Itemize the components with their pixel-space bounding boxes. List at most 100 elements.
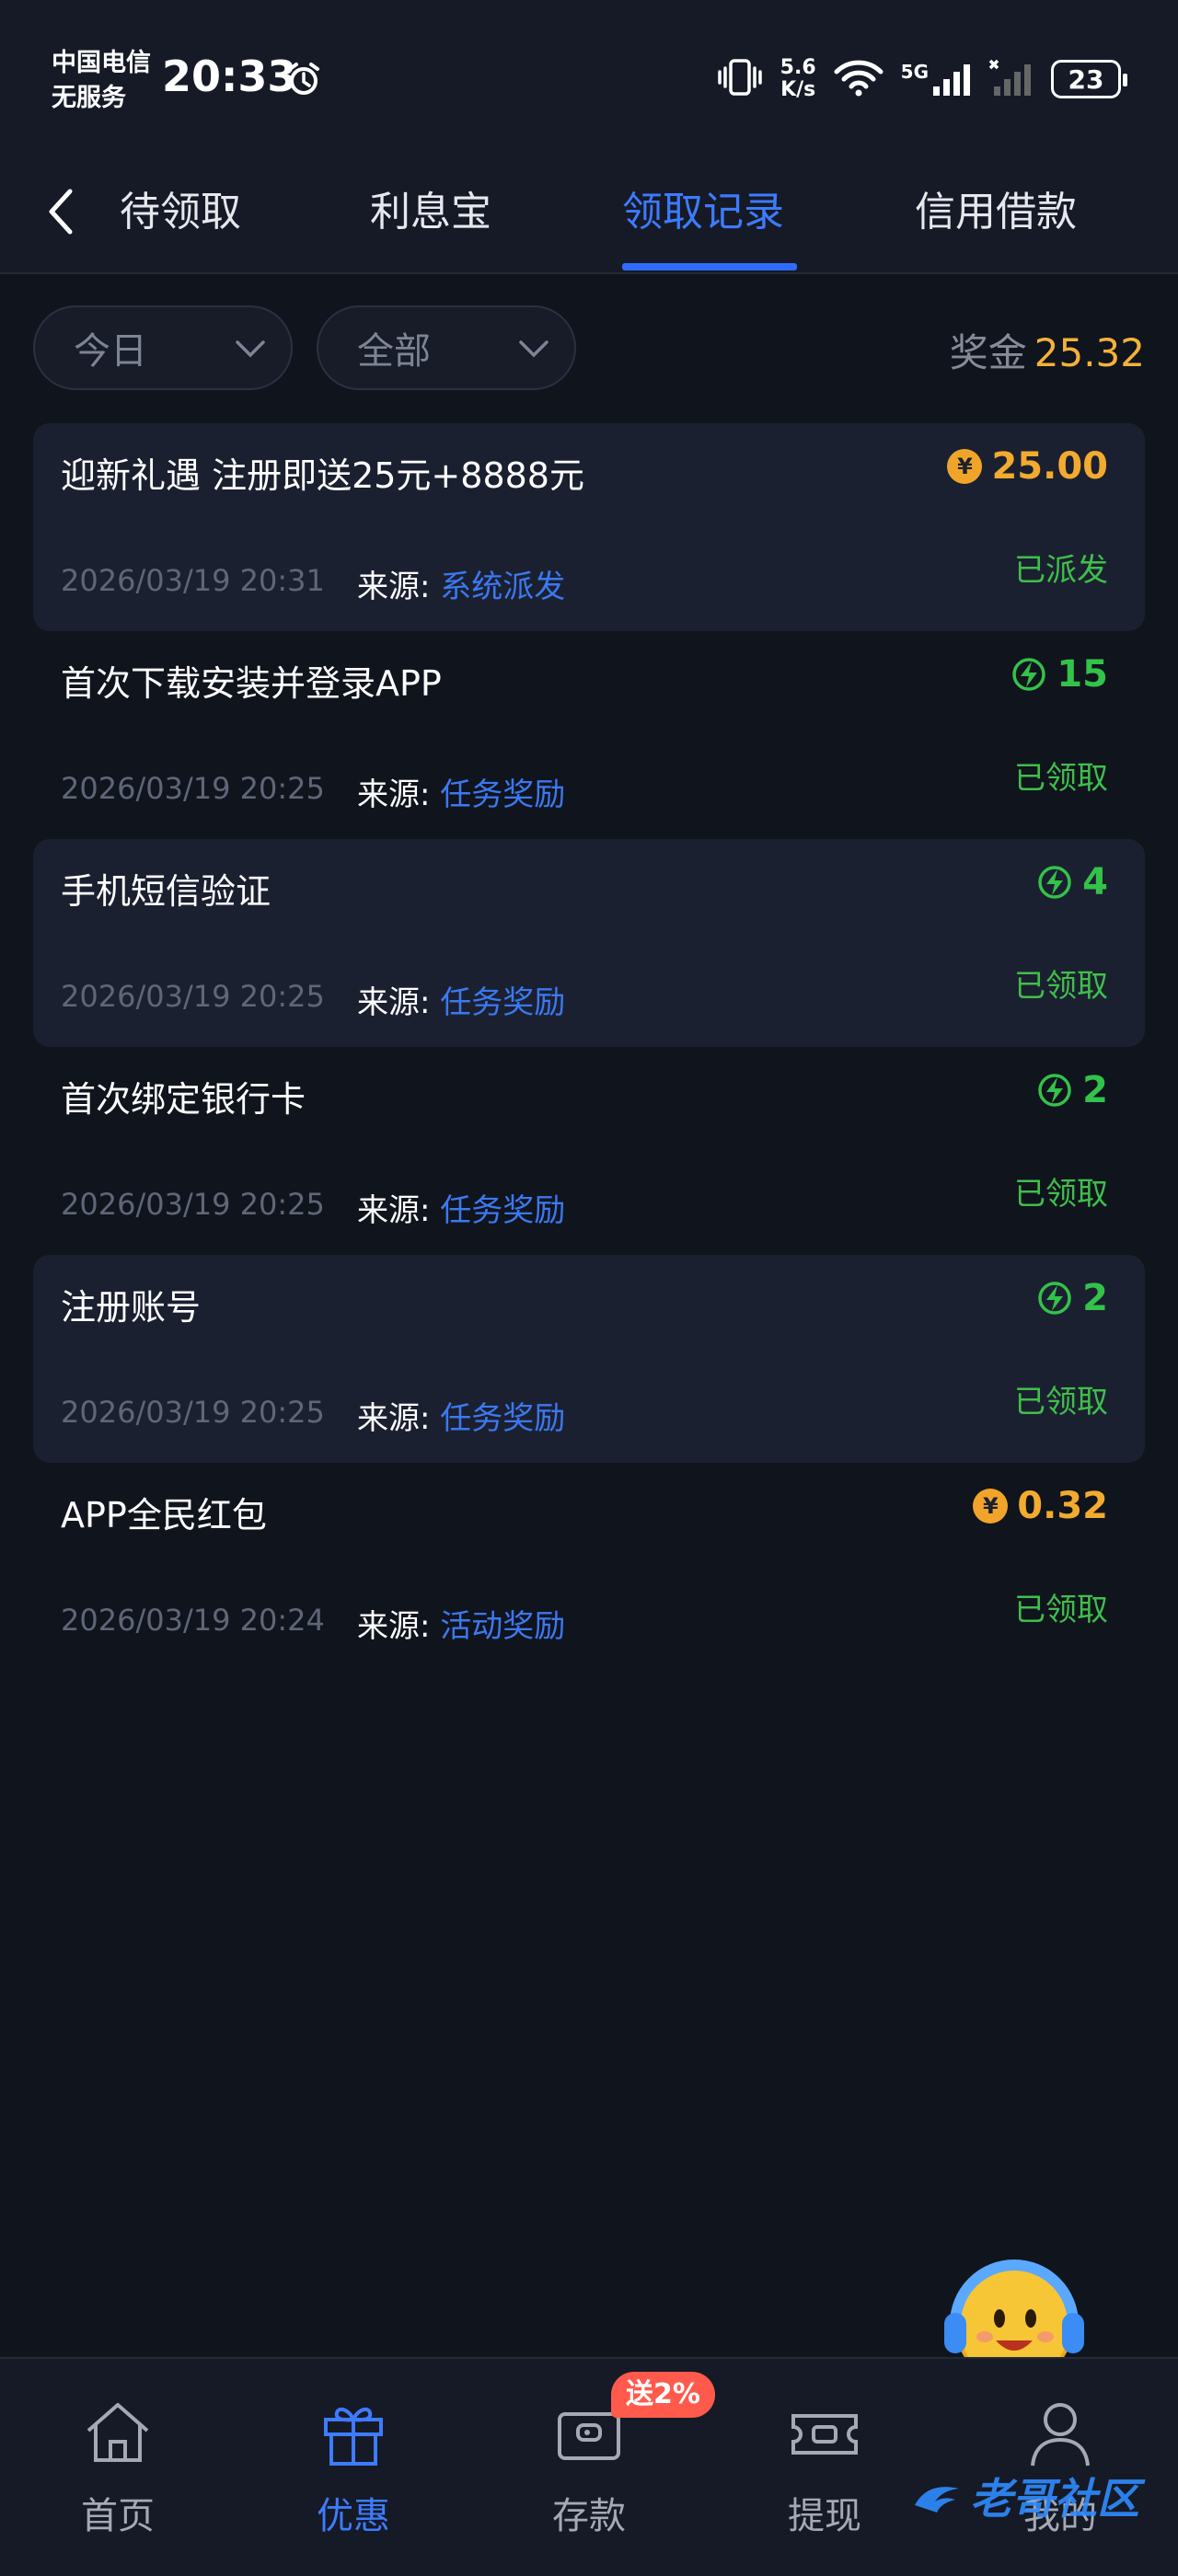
record-source: 来源: 任务奖励 <box>357 769 565 814</box>
record-source: 来源: 任务奖励 <box>357 1185 565 1230</box>
home-icon <box>87 2403 149 2462</box>
record-status: 已领取 <box>1014 1176 1108 1213</box>
speed-value: 5.6 <box>780 56 816 79</box>
chevron-down-icon <box>236 340 265 358</box>
record-amount-value: 4 <box>1082 861 1108 903</box>
nav-withdraw[interactable]: 提现 <box>742 2394 907 2539</box>
service-status: 无服务 <box>52 84 126 112</box>
back-button[interactable] <box>33 175 88 248</box>
record-status: 已领取 <box>1014 968 1108 1005</box>
gift-icon <box>324 2408 383 2466</box>
record-status: 已领取 <box>1014 1592 1108 1628</box>
record-amount-value: 0.32 <box>1017 1485 1108 1527</box>
cellular-signal-icon: 5G <box>901 61 972 98</box>
prize-label: 奖金 <box>949 330 1027 375</box>
record-item[interactable]: 手机短信验证 4 2026/03/19 20:25 来源: 任务奖励 已领取 <box>33 839 1145 1047</box>
network-speed: 5.6 K/s <box>780 57 816 101</box>
date-filter-value: 今日 <box>74 330 147 373</box>
record-amount: ¥ 0.32 <box>973 1485 1108 1527</box>
watermark: 老哥社区 <box>911 2466 1139 2526</box>
record-amount-value: 2 <box>1082 1277 1108 1319</box>
status-icons: 5.6 K/s 5G 23 <box>716 57 1127 101</box>
record-amount-value: 15 <box>1057 653 1108 696</box>
energy-bolt-icon <box>1038 1074 1071 1107</box>
type-filter-dropdown[interactable]: 全部 <box>317 305 576 390</box>
watermark-text: 老哥社区 <box>970 2474 1139 2524</box>
no-signal-icon <box>988 57 1034 101</box>
prize-total: 奖金 25.32 <box>950 322 1145 378</box>
battery-indicator: 23 <box>1051 60 1127 98</box>
source-label: 来源: <box>357 776 431 813</box>
record-source: 来源: 活动奖励 <box>357 1601 565 1646</box>
record-title: 首次绑定银行卡 <box>61 1079 306 1120</box>
network-type: 5G <box>900 61 929 83</box>
user-icon <box>1031 2403 1090 2467</box>
speed-unit: K/s <box>780 78 816 101</box>
tab-interest[interactable]: 利息宝 <box>370 178 491 237</box>
nav-deposit-label: 存款 <box>552 2495 626 2537</box>
source-value: 任务奖励 <box>440 1192 566 1229</box>
source-label: 来源: <box>357 1400 431 1437</box>
record-status: 已领取 <box>1014 1384 1108 1420</box>
source-value: 任务奖励 <box>440 984 566 1021</box>
nav-withdraw-label: 提现 <box>788 2495 861 2537</box>
record-item[interactable]: 首次绑定银行卡 2 2026/03/19 20:25 来源: 任务奖励 已领取 <box>33 1047 1145 1255</box>
coin-icon: ¥ <box>973 1489 1009 1524</box>
vibrate-icon <box>716 57 764 101</box>
record-item[interactable]: 注册账号 2 2026/03/19 20:25 来源: 任务奖励 已领取 <box>33 1255 1145 1463</box>
record-amount: 2 <box>1036 1069 1108 1111</box>
type-filter-value: 全部 <box>357 330 431 373</box>
source-label: 来源: <box>357 1608 431 1645</box>
record-status: 已派发 <box>1014 552 1108 589</box>
record-item[interactable]: 迎新礼遇 注册即送25元+8888元 ¥ 25.00 2026/03/19 20… <box>33 423 1145 631</box>
record-title: 首次下载安装并登录APP <box>61 663 442 704</box>
chevron-down-icon <box>519 340 549 358</box>
source-value: 系统派发 <box>440 569 566 605</box>
record-status: 已领取 <box>1014 760 1108 797</box>
record-time: 2026/03/19 20:25 <box>61 1395 325 1430</box>
record-time: 2026/03/19 20:24 <box>61 1603 325 1638</box>
prize-amount: 25.32 <box>1034 330 1145 375</box>
top-tab-bar: 待领取 利息宝 领取记录 信用借款 <box>0 156 1178 274</box>
clock: 20:33 <box>162 52 297 101</box>
dragon-logo-icon <box>915 2487 959 2513</box>
record-amount: 4 <box>1036 861 1108 903</box>
record-amount: 15 <box>1011 653 1108 696</box>
record-item[interactable]: 首次下载安装并登录APP 15 2026/03/19 20:25 来源: 任务奖… <box>33 631 1145 839</box>
nav-offers-label: 优惠 <box>317 2495 390 2537</box>
nav-home-label: 首页 <box>81 2495 155 2537</box>
source-label: 来源: <box>357 569 431 605</box>
record-amount: 2 <box>1036 1277 1108 1319</box>
carrier-name: 中国电信 <box>52 49 151 77</box>
wifi-icon <box>833 57 884 101</box>
energy-bolt-icon <box>1012 658 1046 691</box>
source-value: 活动奖励 <box>440 1608 566 1645</box>
record-source: 来源: 任务奖励 <box>357 977 565 1022</box>
date-filter-dropdown[interactable]: 今日 <box>33 305 293 390</box>
record-title: 注册账号 <box>61 1287 202 1328</box>
tab-credit-loan[interactable]: 信用借款 <box>915 178 1077 237</box>
record-source: 来源: 系统派发 <box>357 561 565 606</box>
source-label: 来源: <box>357 984 431 1021</box>
tab-pending[interactable]: 待领取 <box>120 178 241 237</box>
source-value: 任务奖励 <box>440 1400 566 1437</box>
withdraw-ticket-icon <box>791 2414 858 2455</box>
record-time: 2026/03/19 20:25 <box>61 771 325 806</box>
record-title: 手机短信验证 <box>61 871 271 912</box>
carrier-info: 中国电信 无服务 <box>52 46 151 116</box>
status-bar: 中国电信 无服务 20:33 5.6 K/s 5G 23 <box>0 0 1178 156</box>
record-time: 2026/03/19 20:25 <box>61 1187 325 1222</box>
tab-claim-records[interactable]: 领取记录 <box>622 178 784 237</box>
nav-offers[interactable]: 优惠 <box>271 2394 436 2539</box>
record-amount: ¥ 25.00 <box>947 445 1108 488</box>
energy-bolt-icon <box>1038 1282 1071 1315</box>
coin-icon: ¥ <box>947 449 983 484</box>
record-source: 来源: 任务奖励 <box>357 1393 565 1438</box>
active-tab-indicator <box>622 263 797 270</box>
nav-home[interactable]: 首页 <box>35 2394 201 2539</box>
chevron-left-icon <box>49 189 73 235</box>
record-time: 2026/03/19 20:25 <box>61 979 325 1014</box>
record-item[interactable]: APP全民红包 ¥ 0.32 2026/03/19 20:24 来源: 活动奖励… <box>33 1463 1145 1671</box>
source-value: 任务奖励 <box>440 776 566 813</box>
record-time: 2026/03/19 20:31 <box>61 563 325 598</box>
